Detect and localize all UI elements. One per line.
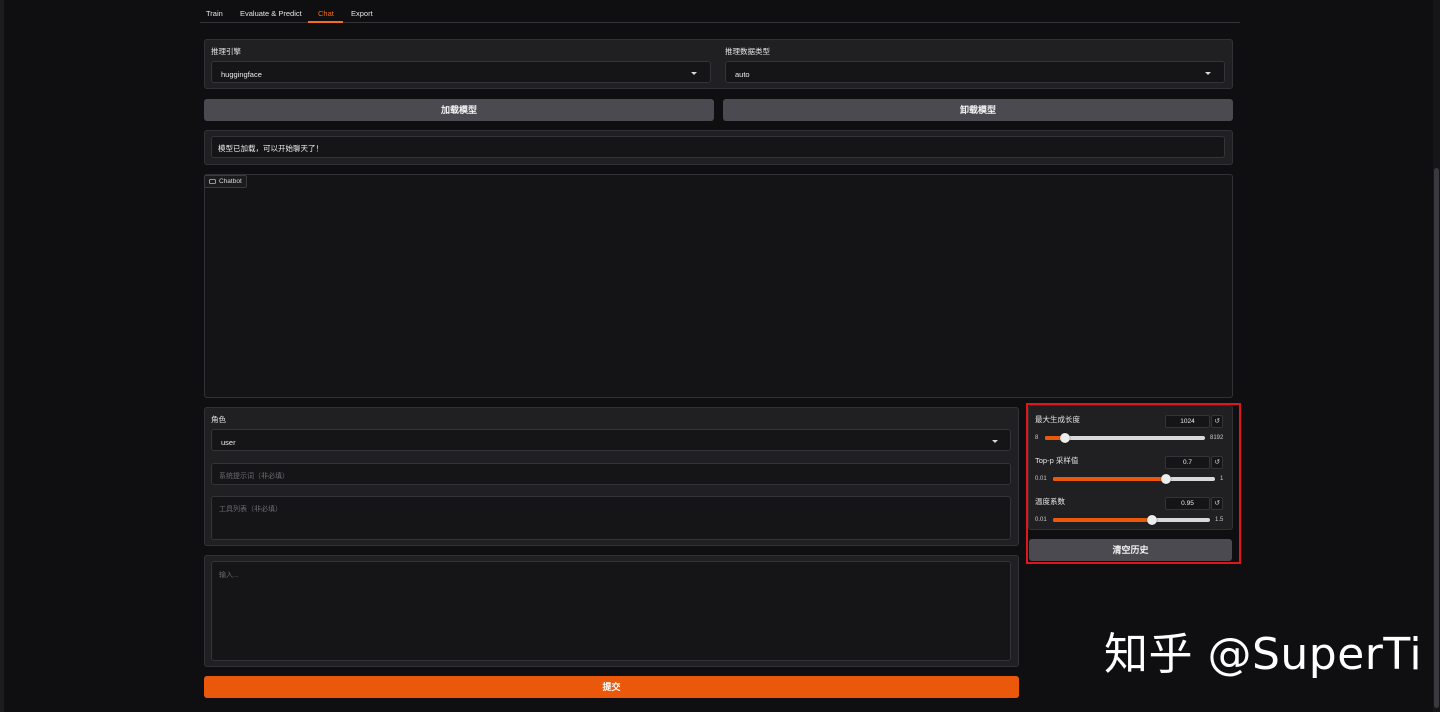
watermark: 知乎 @SuperTi xyxy=(1104,629,1423,680)
tab-chat[interactable]: Chat xyxy=(318,9,334,18)
query-input[interactable]: 输入... xyxy=(211,561,1011,661)
status-text: 模型已加载，可以开始聊天了！ xyxy=(218,144,323,153)
unload-model-button[interactable]: 卸载模型 xyxy=(723,99,1233,121)
role-select[interactable]: user xyxy=(211,429,1011,451)
role-value: user xyxy=(221,438,236,447)
chatbot-badge: Chatbot xyxy=(204,175,247,188)
chevron-down-icon xyxy=(1205,72,1211,75)
backend-value: huggingface xyxy=(221,70,262,79)
tab-bar: Train Evaluate & Predict Chat Export xyxy=(200,4,1240,23)
tab-export[interactable]: Export xyxy=(351,9,373,18)
scrollbar-thumb[interactable] xyxy=(1434,168,1439,708)
backend-select[interactable]: huggingface xyxy=(211,61,711,83)
chatbot-area xyxy=(204,174,1233,398)
submit-button[interactable]: 提交 xyxy=(204,676,1019,698)
chatbot-label: Chatbot xyxy=(219,178,242,185)
system-prompt-placeholder: 系统提示词（非必填） xyxy=(219,473,289,480)
load-model-button[interactable]: 加载模型 xyxy=(204,99,714,121)
tab-evaluate-predict[interactable]: Evaluate & Predict xyxy=(240,9,302,18)
dtype-select[interactable]: auto xyxy=(725,61,1225,83)
chevron-down-icon xyxy=(992,440,998,443)
dtype-label: 推理数据类型 xyxy=(725,47,770,56)
chat-bubble-icon xyxy=(209,178,216,184)
query-placeholder: 输入... xyxy=(219,572,239,579)
system-prompt-input[interactable]: 系统提示词（非必填） xyxy=(211,463,1011,485)
chevron-down-icon xyxy=(691,72,697,75)
role-label: 角色 xyxy=(211,415,226,424)
tools-placeholder: 工具列表（非必填） xyxy=(219,506,282,513)
tools-input[interactable]: 工具列表（非必填） xyxy=(211,496,1011,540)
backend-label: 推理引擎 xyxy=(211,47,241,56)
highlight-box xyxy=(1026,403,1241,564)
dtype-value: auto xyxy=(735,70,750,79)
status-box: 模型已加载，可以开始聊天了！ xyxy=(211,136,1225,158)
active-tab-indicator xyxy=(308,21,343,23)
window-edge xyxy=(0,0,4,712)
tab-train[interactable]: Train xyxy=(206,9,223,18)
